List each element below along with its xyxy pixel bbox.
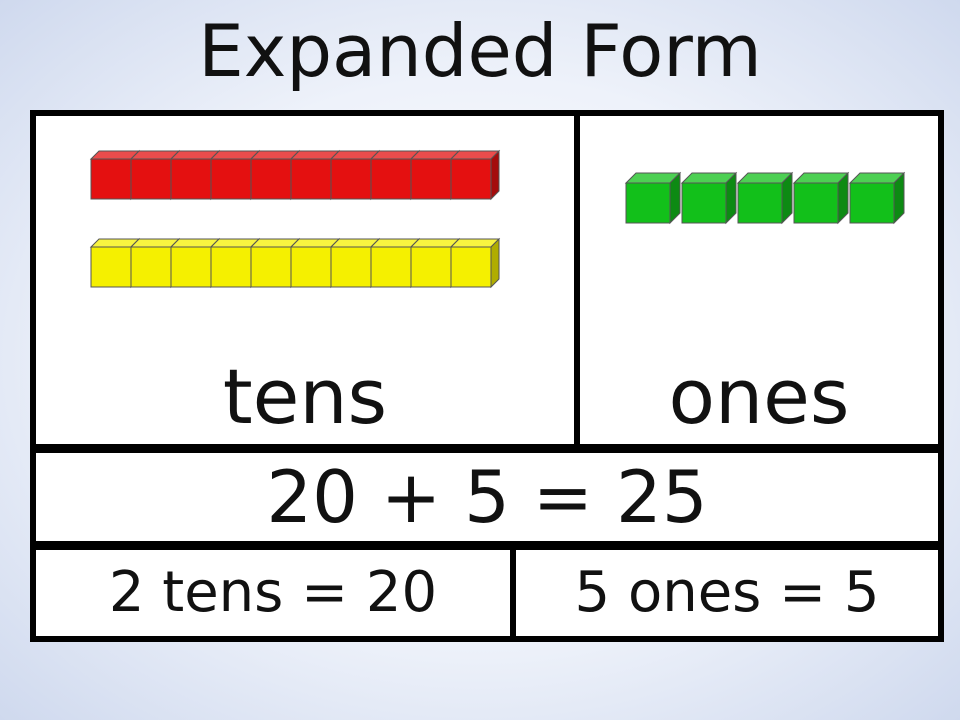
tens-label: tens	[222, 352, 388, 441]
equation-box: 20 + 5 = 25	[30, 447, 944, 547]
page-title: Expanded Form	[198, 9, 762, 93]
ones-cube	[792, 171, 850, 225]
tens-breakdown: 2 tens = 20	[108, 560, 438, 625]
ones-cube	[736, 171, 794, 225]
ones-cube	[624, 171, 682, 225]
ones-breakdown: 5 ones = 5	[574, 560, 880, 625]
ones-cube	[680, 171, 738, 225]
ones-cube	[848, 171, 906, 225]
ones-blocks	[624, 171, 906, 225]
place-value-chart: tens ones	[30, 110, 944, 450]
ones-label: ones	[668, 352, 850, 441]
expanded-equation: 20 + 5 = 25	[266, 455, 708, 539]
breakdown-box: 2 tens = 20 5 ones = 5	[30, 544, 944, 642]
